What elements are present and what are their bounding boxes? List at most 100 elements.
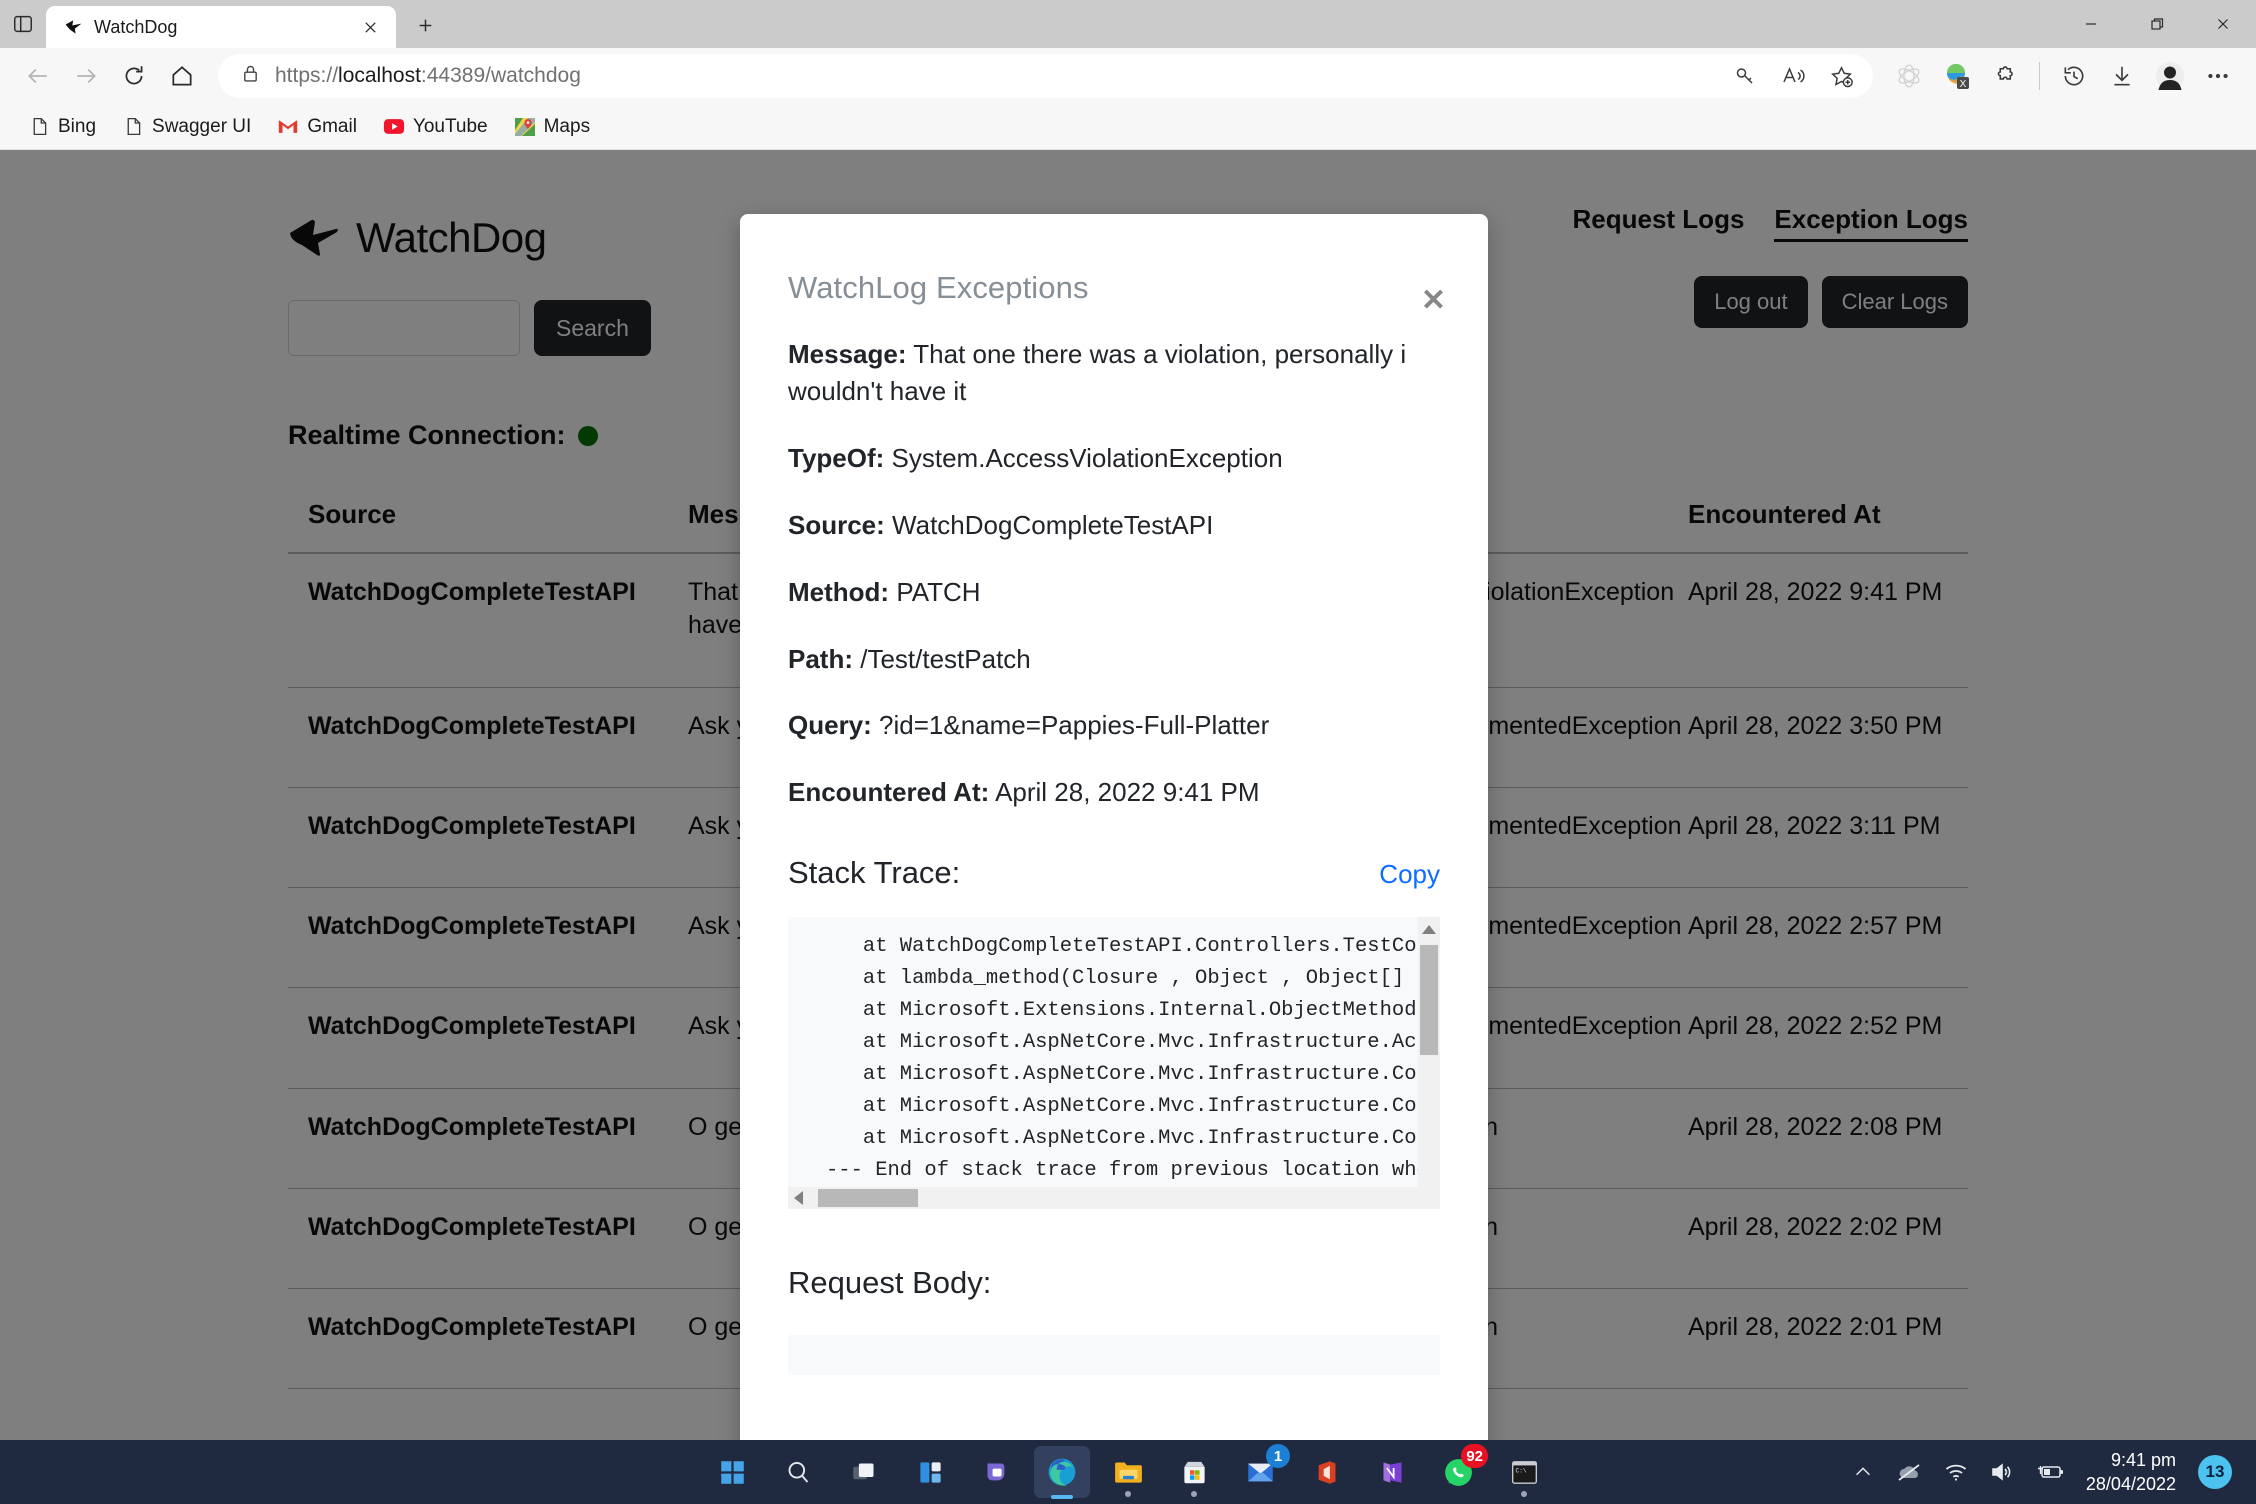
microsoft-store-icon[interactable]: [1166, 1446, 1222, 1498]
office-icon[interactable]: [1298, 1446, 1354, 1498]
whatsapp-icon[interactable]: 92: [1430, 1444, 1488, 1498]
browser-window: WatchDog https://localhost:44389/watchdo…: [0, 0, 2256, 1504]
browser-toolbar: https://localhost:44389/watchdog X: [0, 48, 2256, 104]
whatsapp-badge: 92: [1461, 1444, 1488, 1468]
browser-tab[interactable]: WatchDog: [46, 6, 396, 48]
field-method: Method: PATCH: [788, 574, 1440, 611]
tab-title: WatchDog: [94, 16, 178, 37]
field-label: Source:: [788, 509, 885, 540]
field-label: Method:: [788, 576, 890, 607]
active-app-indicator: [1051, 1495, 1073, 1499]
window-restore-button[interactable]: [2124, 0, 2190, 48]
window-minimize-button[interactable]: [2058, 0, 2124, 48]
onedrive-offline-icon[interactable]: [1896, 1461, 1922, 1483]
taskbar-clock[interactable]: 9:41 pm 28/04/2022: [2086, 1448, 2176, 1497]
vertical-scroll-thumb[interactable]: [1420, 945, 1438, 1056]
profile-avatar[interactable]: [2148, 54, 2192, 98]
search-icon[interactable]: [770, 1446, 826, 1498]
extension-globe-icon[interactable]: X: [1935, 54, 1979, 98]
bookmark-label: Swagger UI: [152, 115, 252, 137]
browser-titlebar: WatchDog: [0, 0, 2256, 48]
copy-stack-trace-link[interactable]: Copy: [1379, 859, 1440, 890]
battery-charging-icon[interactable]: [2036, 1463, 2064, 1481]
bookmark-swagger-ui[interactable]: Swagger UI: [112, 111, 261, 143]
field-value: PATCH: [896, 576, 981, 607]
close-icon[interactable]: ✕: [1421, 286, 1446, 316]
horizontal-scroll-thumb[interactable]: [818, 1189, 918, 1208]
downloads-icon[interactable]: [2100, 54, 2144, 98]
history-icon[interactable]: [2052, 54, 2096, 98]
maps-icon: [514, 116, 536, 138]
bookmark-label: Maps: [543, 115, 591, 137]
watchdog-logo-icon: [64, 17, 84, 37]
password-key-icon[interactable]: [1723, 54, 1767, 98]
back-icon[interactable]: [16, 54, 60, 98]
field-query: Query: ?id=1&name=Pappies-Full-Platter: [788, 707, 1440, 744]
home-icon[interactable]: [160, 54, 204, 98]
collections-icon[interactable]: [1887, 54, 1931, 98]
field-label: Path:: [788, 643, 853, 674]
field-value: April 28, 2022 9:41 PM: [995, 777, 1260, 808]
request-body-label: Request Body:: [788, 1265, 992, 1301]
address-bar-actions: [1723, 54, 1863, 98]
modal-title: WatchLog Exceptions: [788, 270, 1089, 305]
field-value: /Test/testPatch: [860, 643, 1031, 674]
address-bar[interactable]: https://localhost:44389/watchdog: [218, 54, 1873, 98]
teams-icon[interactable]: [968, 1446, 1024, 1498]
extensions-puzzle-icon[interactable]: [1983, 54, 2027, 98]
stack-trace-horizontal-scrollbar[interactable]: [788, 1187, 1440, 1210]
field-label: Query:: [788, 710, 872, 741]
file-explorer-icon[interactable]: [1100, 1446, 1156, 1498]
youtube-icon: [383, 116, 405, 138]
lock-icon: [240, 63, 261, 89]
forward-icon[interactable]: [64, 54, 108, 98]
mail-icon[interactable]: 1: [1232, 1444, 1290, 1498]
field-source: Source: WatchDogCompleteTestAPI: [788, 507, 1440, 544]
running-app-indicator: [1191, 1491, 1197, 1497]
wifi-icon[interactable]: [1944, 1462, 1968, 1482]
request-body-box[interactable]: [788, 1335, 1440, 1376]
windows-taskbar: 1 92 C:\ 9:41 pm 28/04/2022 13: [0, 1440, 2256, 1504]
show-hidden-icons-chevron-icon[interactable]: [1852, 1461, 1874, 1483]
volume-icon[interactable]: [1990, 1462, 2014, 1482]
sidebar-toggle-icon[interactable]: [0, 0, 46, 48]
bookmark-label: Bing: [58, 115, 97, 137]
stack-trace-text: at WatchDogCompleteTestAPI.Controllers.T…: [826, 935, 1429, 1183]
field-value: ?id=1&name=Pappies-Full-Platter: [879, 710, 1270, 741]
mail-badge: 1: [1266, 1444, 1290, 1468]
reload-icon[interactable]: [112, 54, 156, 98]
notification-count-badge[interactable]: 13: [2198, 1455, 2232, 1489]
bookmark-maps[interactable]: Maps: [504, 111, 600, 143]
field-encountered-at: Encountered At: April 28, 2022 9:41 PM: [788, 774, 1440, 811]
svg-text:X: X: [1960, 79, 1967, 90]
running-app-indicator: [1521, 1491, 1527, 1497]
tab-close-icon[interactable]: [356, 13, 384, 41]
field-value: WatchDogCompleteTestAPI: [892, 509, 1214, 540]
clock-time: 9:41 pm: [2110, 1449, 2176, 1470]
edge-icon[interactable]: [1034, 1446, 1090, 1499]
read-aloud-icon[interactable]: [1771, 54, 1815, 98]
bookmark-youtube[interactable]: YouTube: [373, 111, 498, 143]
taskbar-apps: 1 92 C:\: [704, 1440, 1552, 1504]
browser-settings-menu-icon[interactable]: [2196, 54, 2240, 98]
terminal-icon[interactable]: C:\: [1496, 1446, 1552, 1498]
stack-trace-header: Stack Trace: Copy: [788, 855, 1440, 891]
field-label: TypeOf:: [788, 442, 885, 473]
stack-trace-vertical-scrollbar[interactable]: [1418, 917, 1440, 1188]
field-label: Message:: [788, 339, 907, 369]
add-favorite-icon[interactable]: [1819, 54, 1863, 98]
bookmark-bing[interactable]: Bing: [18, 111, 106, 143]
scroll-up-arrow-icon[interactable]: [1422, 925, 1436, 935]
onenote-icon[interactable]: [1364, 1446, 1420, 1498]
new-tab-button[interactable]: [404, 4, 446, 46]
stack-trace-box[interactable]: at WatchDogCompleteTestAPI.Controllers.T…: [788, 917, 1440, 1210]
start-icon[interactable]: [704, 1446, 760, 1498]
bookmark-gmail[interactable]: Gmail: [267, 111, 367, 143]
scroll-left-arrow-icon[interactable]: [794, 1191, 803, 1206]
address-bar-url: https://localhost:44389/watchdog: [275, 64, 581, 87]
task-view-icon[interactable]: [836, 1446, 892, 1498]
bookmark-label: Gmail: [307, 115, 357, 137]
widgets-icon[interactable]: [902, 1446, 958, 1498]
window-close-button[interactable]: [2190, 0, 2256, 48]
window-controls: [2058, 0, 2256, 48]
